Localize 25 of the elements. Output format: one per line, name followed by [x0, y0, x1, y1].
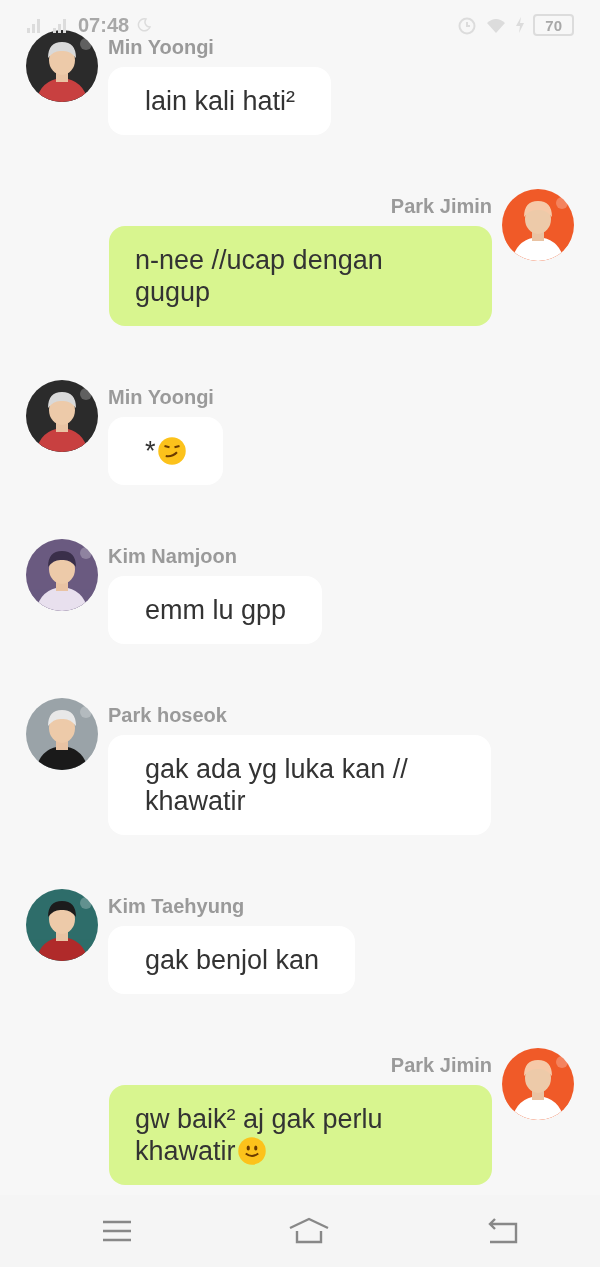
- sender-name: Park hoseok: [108, 703, 227, 728]
- message-text: n-nee //ucap dengan gugup: [135, 245, 383, 307]
- alarm-icon: [457, 15, 478, 35]
- sender-name: Park Jimin: [390, 1053, 492, 1078]
- status-time: 07:48: [78, 13, 130, 37]
- sender-name: Park Jimin: [390, 194, 492, 219]
- sender-name: Min Yoongi: [108, 35, 214, 60]
- message-text: gak benjol kan: [145, 945, 320, 975]
- menu-icon[interactable]: [102, 1219, 132, 1243]
- moon-icon: [137, 18, 152, 32]
- back-icon[interactable]: [486, 1218, 518, 1244]
- sender-name: Kim Namjoon: [108, 544, 237, 569]
- home-icon[interactable]: [288, 1217, 330, 1245]
- charging-icon: [515, 17, 526, 33]
- message-text: lain kali hati²: [145, 86, 296, 116]
- message-text: *: [145, 436, 187, 466]
- battery-percent: 70: [545, 16, 562, 34]
- wifi-icon: [485, 16, 508, 34]
- sender-name: Min Yoongi: [108, 385, 214, 410]
- sender-name: Kim Taehyung: [108, 894, 245, 919]
- message-text: gak ada yg luka kan // khawatir: [145, 754, 408, 816]
- message-text: emm lu gpp: [145, 595, 287, 625]
- message-text: gw baik² aj gak perlu khawatir: [135, 1104, 383, 1166]
- smile-emoji-icon: [236, 1136, 267, 1166]
- smirk-emoji-icon: [156, 436, 187, 466]
